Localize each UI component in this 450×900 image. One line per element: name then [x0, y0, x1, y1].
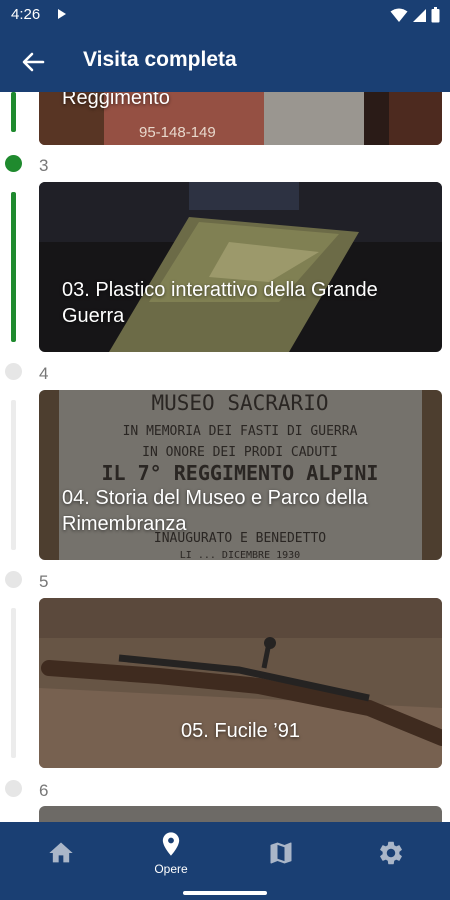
- status-bar: 4:26: [0, 0, 450, 30]
- timeline-dot: [5, 571, 22, 588]
- wifi-icon: [390, 8, 408, 22]
- plaque-text: LI ... DICEMBRE 1930: [180, 550, 300, 560]
- artwork-card-plastico[interactable]: 03. Plastico interattivo della Grande Gu…: [39, 182, 442, 352]
- timeline-dot: [5, 155, 22, 172]
- nav-opere[interactable]: Opere: [126, 822, 216, 884]
- flag-numbers-text: 95-148-149: [139, 124, 216, 141]
- app-bar: Visita completa: [0, 30, 450, 92]
- timeline-dot: [5, 363, 22, 380]
- artwork-card-storia-museo[interactable]: MUSEO SACRARIO IN MEMORIA DEI FASTI DI G…: [39, 390, 442, 560]
- page-title: Visita completa: [83, 48, 237, 71]
- home-icon: [49, 842, 73, 863]
- status-time: 4:26: [11, 6, 41, 23]
- play-icon: [58, 9, 66, 19]
- timeline-number: 3: [39, 156, 49, 175]
- timeline-line: [11, 608, 16, 758]
- card-caption: 05. Fucile ’91: [181, 720, 300, 742]
- plaque-text: IL 7° REGGIMENTO ALPINI: [102, 461, 379, 485]
- plaque-text: IN MEMORIA DEI FASTI DI GUERRA: [123, 424, 358, 439]
- timeline-number: 5: [39, 572, 49, 591]
- timeline-list[interactable]: 95-148-149 Reggimento 3 03. Plastico int…: [0, 92, 450, 822]
- artwork-card-fucile[interactable]: 05. Fucile ’91: [39, 598, 442, 768]
- nav-home[interactable]: [16, 822, 106, 884]
- timeline-dot: [5, 780, 22, 797]
- plaque-text: IN ONORE DEI PRODI CADUTI: [142, 445, 338, 460]
- status-icons: [390, 7, 440, 23]
- timeline-line: [11, 192, 16, 342]
- gear-icon: [380, 841, 402, 865]
- signal-icon: [413, 8, 426, 22]
- card-caption: Reggimento: [62, 92, 170, 109]
- card-caption: 04. Storia del Museo e Parco della Rimem…: [62, 487, 368, 535]
- timeline-line: [11, 400, 16, 550]
- location-pin-icon: [162, 832, 180, 856]
- nav-label: Opere: [154, 862, 188, 876]
- gesture-handle[interactable]: [183, 891, 267, 895]
- nav-map[interactable]: [236, 822, 326, 884]
- timeline-number: 4: [39, 364, 49, 383]
- nav-settings[interactable]: [346, 822, 436, 884]
- artwork-card-6[interactable]: [39, 806, 442, 822]
- map-icon: [270, 842, 292, 864]
- timeline-line: [11, 92, 16, 132]
- battery-icon: [431, 7, 440, 23]
- timeline-number: 6: [39, 781, 49, 800]
- bottom-navigation: Opere: [0, 822, 450, 900]
- artwork-card-reggimento[interactable]: 95-148-149 Reggimento: [39, 92, 442, 145]
- card-caption: 03. Plastico interattivo della Grande Gu…: [62, 279, 378, 327]
- back-arrow-icon[interactable]: [19, 48, 47, 76]
- plaque-text: MUSEO SACRARIO: [151, 391, 328, 415]
